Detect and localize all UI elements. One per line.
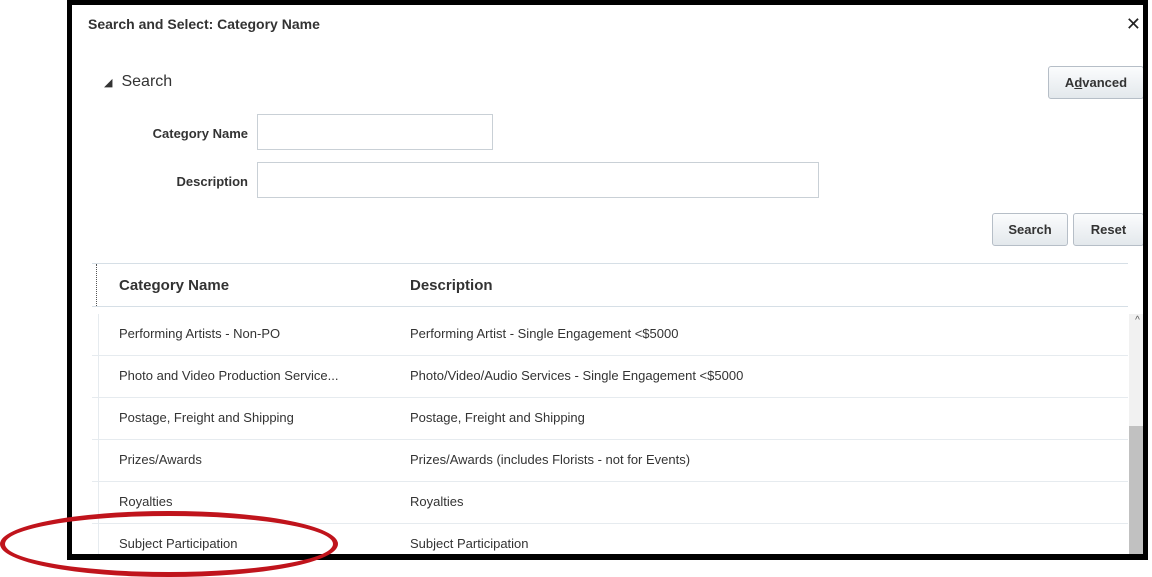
cell-category-name: Royalties — [119, 494, 173, 509]
description-label: Description — [176, 174, 248, 189]
dialog-title: Search and Select: Category Name — [88, 16, 320, 32]
cell-description: Performing Artist - Single Engagement <$… — [410, 326, 679, 341]
column-header-description[interactable]: Description — [410, 277, 493, 294]
row-selector-header[interactable] — [92, 264, 97, 306]
search-section-label: Search — [121, 73, 173, 90]
search-button[interactable]: Search — [992, 213, 1068, 246]
collapse-triangle-icon: ◢ — [104, 76, 113, 89]
results-table-header: Category Name Description — [92, 263, 1128, 307]
cell-description: Subject Participation — [410, 536, 529, 551]
table-row[interactable]: Prizes/Awards Prizes/Awards (includes Flo… — [92, 440, 1128, 482]
advanced-button-label: Advanced — [1064, 75, 1128, 90]
results-table-body: Performing Artists - Non-PO Performing Ar… — [92, 314, 1128, 554]
column-header-category-name[interactable]: Category Name — [119, 277, 229, 294]
reset-button[interactable]: Reset — [1073, 213, 1143, 246]
table-row[interactable]: Royalties Royalties — [92, 482, 1128, 524]
cell-category-name: Subject Participation — [119, 536, 238, 551]
row-selector[interactable] — [92, 482, 99, 523]
row-selector[interactable] — [92, 524, 99, 554]
cell-category-name: Prizes/Awards — [119, 452, 202, 467]
cell-description: Prizes/Awards (includes Florists - not f… — [410, 452, 691, 467]
row-selector[interactable] — [92, 398, 99, 439]
cell-category-name: Postage, Freight and Shipping — [119, 410, 294, 425]
table-row[interactable]: Postage, Freight and Shipping Postage, Fr… — [92, 398, 1128, 440]
table-scrollbar[interactable]: ^ — [1129, 314, 1143, 554]
search-select-dialog: Search and Select: Category Name ✕ ◢ Sea… — [67, 0, 1148, 560]
close-icon[interactable]: ✕ — [1126, 15, 1141, 33]
advanced-button[interactable]: Advanced — [1048, 66, 1143, 99]
table-row[interactable]: Performing Artists - Non-PO Performing Ar… — [92, 314, 1128, 356]
category-name-label: Category Name — [152, 126, 248, 141]
table-row[interactable]: Subject Participation Subject Participati… — [92, 524, 1128, 554]
cell-description: Photo/Video/Audio Services - Single Enga… — [410, 368, 744, 383]
cell-description: Postage, Freight and Shipping — [410, 410, 585, 425]
cell-category-name: Photo and Video Production Service... — [119, 368, 339, 383]
cell-category-name: Performing Artists - Non-PO — [119, 326, 281, 341]
scroll-up-arrow-icon[interactable]: ^ — [1129, 314, 1143, 328]
search-section-toggle[interactable]: ◢ Search — [104, 73, 172, 91]
row-selector[interactable] — [92, 440, 99, 481]
description-input[interactable] — [257, 162, 819, 198]
row-selector[interactable] — [92, 314, 99, 355]
category-name-input[interactable] — [257, 114, 493, 150]
cell-description: Royalties — [410, 494, 464, 509]
scroll-thumb[interactable] — [1129, 426, 1143, 554]
table-row[interactable]: Photo and Video Production Service... Pho… — [92, 356, 1128, 398]
row-selector[interactable] — [92, 356, 99, 397]
